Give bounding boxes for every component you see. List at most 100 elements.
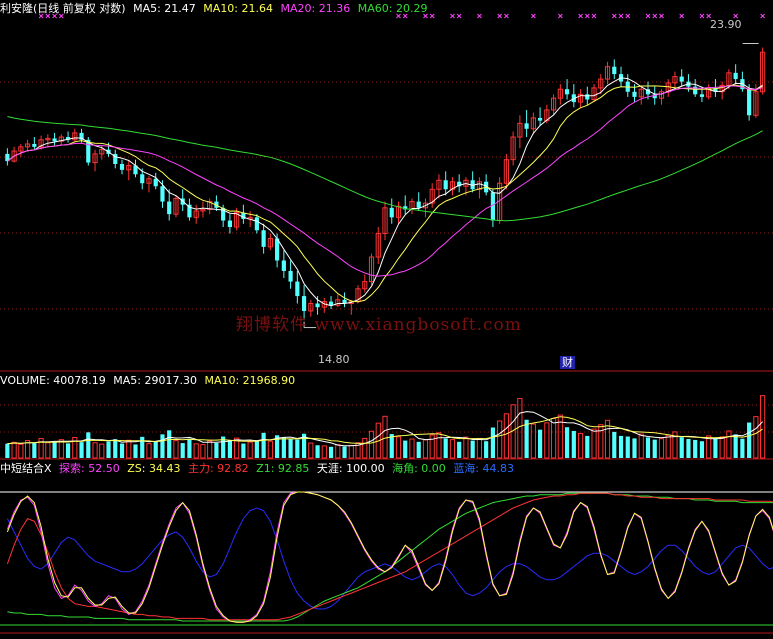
candle-body-down [227, 220, 232, 228]
zhuli-readout: 主力: 92.82 [187, 462, 249, 475]
zs-readout: ZS: 34.43 [127, 462, 181, 475]
signal-marker [591, 13, 597, 19]
volume-bar-down [261, 432, 266, 458]
volume-bar-down [5, 443, 10, 458]
z1-line [6, 491, 773, 623]
volume-bar-up [598, 424, 604, 459]
candle-body-down [733, 72, 738, 80]
ma10-line [7, 84, 763, 303]
lanhai-readout: 蓝海: 44.83 [453, 462, 515, 475]
candle-body-down [140, 174, 145, 184]
volume-bar-down [645, 437, 651, 458]
z1-readout: Z1: 92.85 [256, 462, 310, 475]
signal-marker [679, 13, 685, 19]
candle-body-down [416, 201, 421, 208]
volume-bar-down [403, 440, 408, 458]
signal-marker [659, 13, 664, 19]
volume-bar-down [241, 443, 246, 458]
ma20-readout: MA20: 21.36 [280, 2, 351, 15]
signal-marker [504, 13, 509, 19]
volume-bar-up [11, 441, 17, 459]
candle-body-down [524, 123, 529, 129]
volume-bar-down [457, 441, 462, 458]
candle-body-down [288, 270, 293, 282]
volume-bar-down [214, 442, 219, 458]
volume-bar-down [342, 446, 347, 458]
signal-marker [578, 13, 583, 19]
volume-bar-up [207, 440, 213, 459]
candle-body-down [389, 207, 394, 218]
haijiao-readout: 海角: 0.00 [392, 462, 446, 475]
signal-marker [531, 13, 536, 19]
signal-marker [557, 13, 563, 19]
indicator-name: 中短结合X [0, 462, 52, 475]
volume-bar-up [429, 434, 435, 459]
volume-bar-down [470, 440, 475, 458]
volume-bar-up [658, 438, 665, 459]
finance-marker[interactable]: 财 [560, 356, 575, 369]
stock-chart-window: 利安隆(日线 前复权 对数) MA5: 21.47 MA10: 21.64 MA… [0, 0, 773, 639]
ma20-line [7, 85, 763, 277]
zs-line [7, 492, 773, 622]
signal-marker [652, 13, 658, 19]
signal-marker [450, 13, 455, 19]
volume-bar-down [571, 430, 576, 458]
volume-bar-down [524, 419, 529, 458]
volume-bar-up [726, 430, 732, 459]
high-price-label: 23.90 [710, 18, 742, 31]
volume-bar-down [288, 438, 293, 458]
volume-bar-down [160, 434, 165, 458]
ma5-line [7, 77, 763, 307]
volume-bar-down [652, 439, 657, 458]
volume-bar-down [227, 439, 232, 458]
volume-bar-down [564, 427, 570, 458]
signal-marker [645, 13, 651, 19]
volume-bar-down [484, 441, 489, 458]
candle-body-down [632, 91, 637, 97]
candle-body-down [281, 260, 286, 271]
volume-bar-up [146, 443, 152, 459]
candle-body-down [699, 94, 705, 97]
signal-marker [477, 13, 482, 19]
ma5-readout: MA5: 21.47 [133, 2, 196, 15]
tansuo-line [6, 492, 773, 621]
candle-body-down [301, 296, 307, 311]
volume-bar-up [753, 416, 759, 459]
volume-bar-up [409, 438, 415, 459]
volume-bar-down [315, 445, 320, 458]
volume-ma10-readout: MA10: 21968.90 [204, 374, 296, 387]
volume-bar-down [281, 437, 286, 458]
volume-bar-down [699, 441, 705, 458]
volume-bar-up [449, 439, 456, 459]
volume-bar-down [140, 436, 145, 458]
volume-bar-up [308, 442, 314, 459]
volume-bar-up [348, 444, 354, 459]
volume-bar-up [476, 437, 482, 459]
volume-bar-down [133, 444, 138, 458]
volume-bar-up [193, 443, 199, 459]
indicator-header: 中短结合X 探索: 52.50 ZS: 34.43 主力: 92.82 Z1: … [0, 462, 518, 475]
volume-bar-down [679, 437, 684, 458]
candle-body-down [585, 94, 590, 100]
volume-bar-up [706, 435, 712, 459]
candle-body-down [679, 76, 684, 82]
volume-bar-down [113, 439, 118, 458]
stock-title: 利安隆(日线 前复权 对数) [0, 2, 126, 15]
volume-bar-down [187, 438, 192, 458]
volume-bar-down [167, 430, 172, 458]
volume-bar-up [638, 433, 644, 459]
volume-bar-down [119, 443, 125, 458]
volume-header: VOLUME: 40078.19 MA5: 29017.30 MA10: 219… [0, 374, 299, 387]
signal-marker [584, 13, 590, 19]
volume-bar-up [335, 444, 341, 459]
lanhai-line [6, 507, 773, 610]
volume-bar-up [719, 436, 725, 459]
candle-body-down [261, 230, 266, 247]
signal-marker [456, 13, 462, 19]
volume-bar-up [382, 415, 388, 459]
volume-bar-up [530, 423, 536, 459]
candle-body-down [295, 281, 300, 297]
volume-bar-up [247, 441, 253, 459]
volume-bar-down [254, 440, 259, 458]
volume-bar-up [497, 420, 503, 459]
